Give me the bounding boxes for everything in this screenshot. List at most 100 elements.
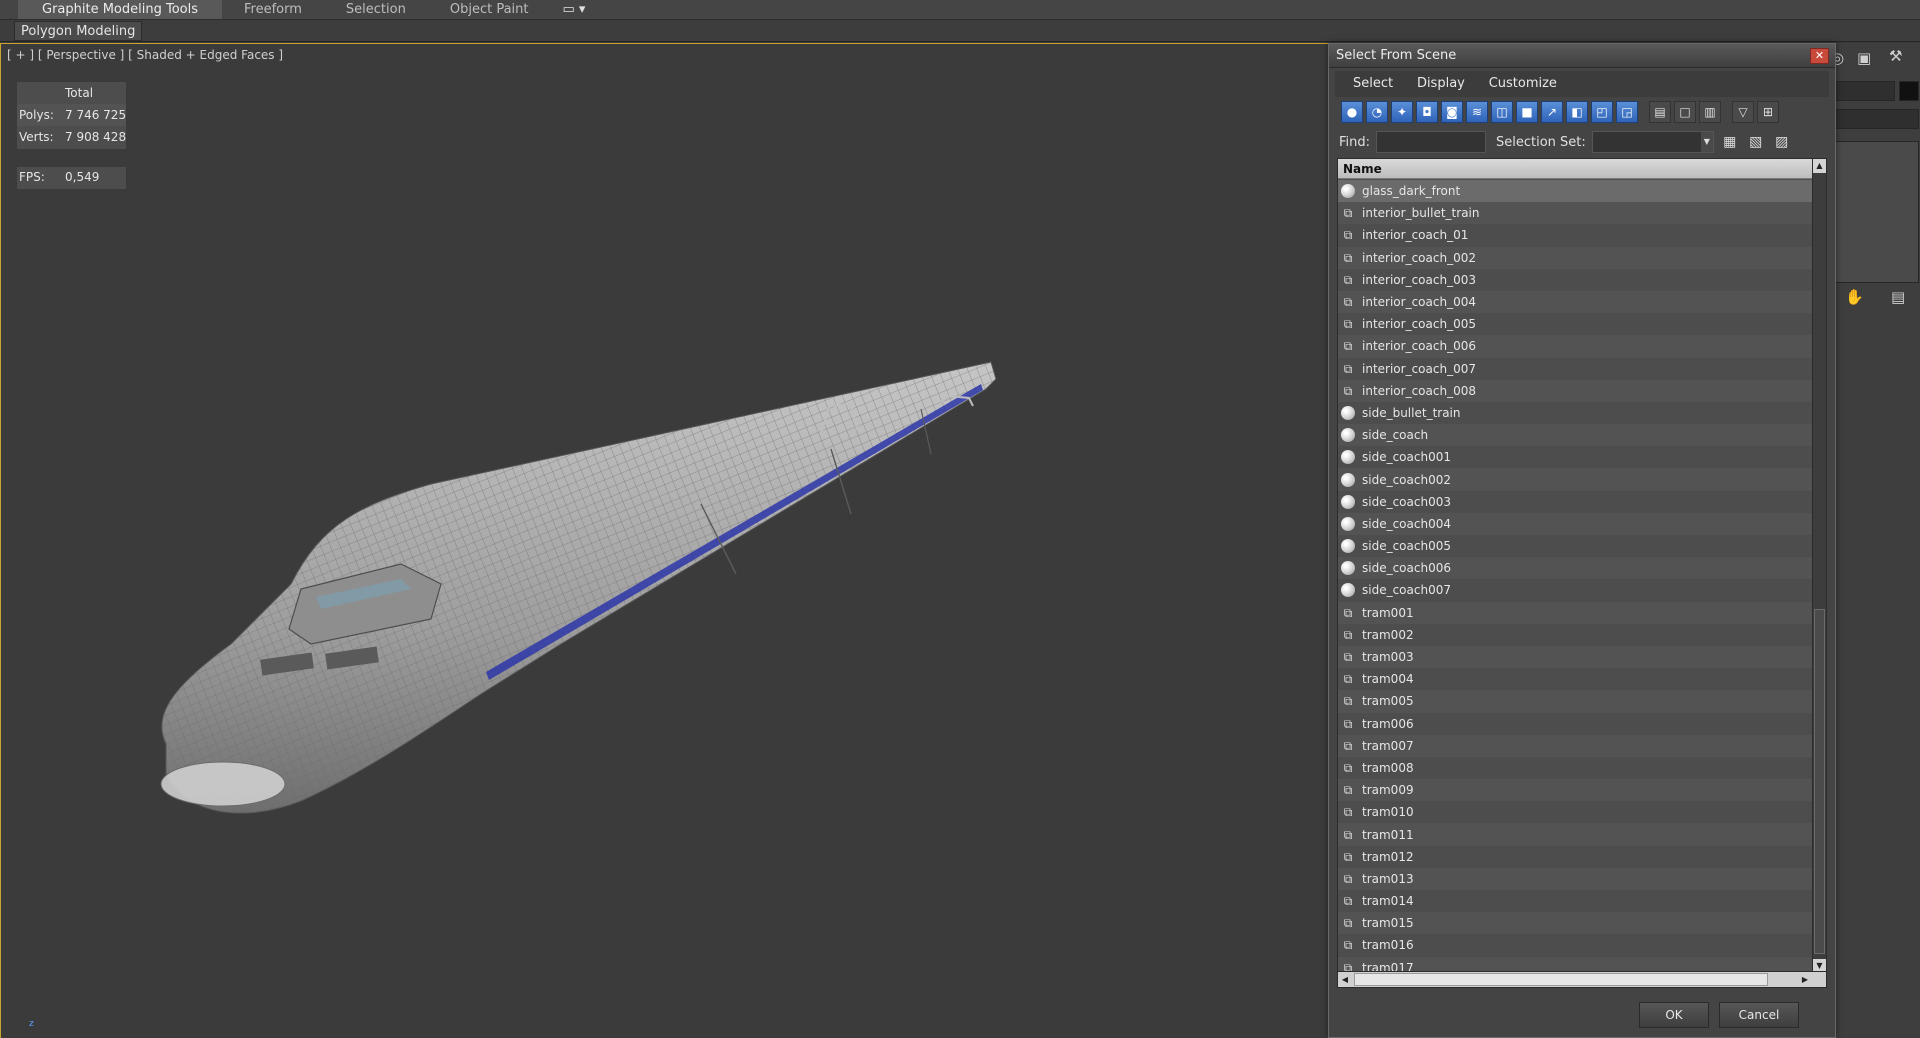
list-item[interactable]: ⧉ tram003 <box>1338 645 1814 669</box>
list-item[interactable]: ⧉ interior_coach_007 <box>1338 357 1814 380</box>
modifier-stack[interactable] <box>1835 141 1919 283</box>
filter-icon[interactable]: ▽ <box>1732 101 1754 123</box>
camera-dropdown-icon[interactable]: ▭ ▾ <box>551 0 598 19</box>
menu-customize[interactable]: Customize <box>1479 71 1567 97</box>
axis-gizmo: z <box>29 1019 34 1029</box>
object-name-field[interactable] <box>1835 81 1895 101</box>
list-item[interactable]: glass_dark_front <box>1338 180 1814 203</box>
list-item[interactable]: ⧉ interior_coach_005 <box>1338 313 1814 336</box>
display-helpers-icon[interactable]: ◙ <box>1441 101 1463 123</box>
list-item[interactable]: ⧉ interior_coach_01 <box>1338 224 1814 247</box>
list-item[interactable]: ⧉ tram016 <box>1338 934 1814 957</box>
list-item[interactable]: ⧉ interior_bullet_train <box>1338 202 1814 225</box>
display-lights-icon[interactable]: ✦ <box>1391 101 1413 123</box>
list-item[interactable]: ⧉ interior_coach_006 <box>1338 335 1814 358</box>
list-item[interactable]: ⧉ tram001 <box>1338 601 1814 624</box>
perspective-viewport[interactable]: [ + ] [ Perspective ] [ Shaded + Edged F… <box>0 43 1328 1038</box>
list-item[interactable]: ⧉ tram007 <box>1338 734 1814 757</box>
list-item-label: tram009 <box>1362 783 1414 798</box>
display-spacewarps-icon[interactable]: ≋ <box>1466 101 1488 123</box>
scene-object-list[interactable]: Name glass_dark_front ⧉ interior_bullet_tr… <box>1337 158 1827 988</box>
display-cameras-icon[interactable]: ◘ <box>1416 101 1438 123</box>
cancel-button[interactable]: Cancel <box>1719 1002 1799 1028</box>
display-xrefs-icon[interactable]: ■ <box>1516 101 1538 123</box>
vertical-scroll-thumb[interactable] <box>1814 609 1825 954</box>
object-color-swatch[interactable] <box>1899 81 1919 101</box>
list-item[interactable]: side_coach005 <box>1338 535 1814 558</box>
scroll-right-icon[interactable]: ▶ <box>1798 972 1812 987</box>
scroll-left-icon[interactable]: ◀ <box>1338 972 1352 987</box>
list-item[interactable]: ⧉ tram004 <box>1338 668 1814 691</box>
display-shapes-icon[interactable]: ◔ <box>1366 101 1388 123</box>
list-item[interactable]: ⧉ interior_coach_002 <box>1338 246 1814 269</box>
hierarchy-icon[interactable]: ⊞ <box>1757 101 1779 123</box>
group-icon: ⧉ <box>1343 805 1353 820</box>
dialog-titlebar[interactable]: Select From Scene ✕ <box>1329 44 1835 68</box>
scroll-up-icon[interactable]: ▲ <box>1813 159 1826 173</box>
ribbon-tab-freeform[interactable]: Freeform <box>222 0 324 19</box>
list-item[interactable]: side_coach003 <box>1338 490 1814 513</box>
group-icon: ⧉ <box>1343 760 1353 775</box>
list-item[interactable]: side_coach <box>1338 424 1814 447</box>
menu-select[interactable]: Select <box>1343 71 1403 97</box>
modifier-list-dropdown[interactable] <box>1835 109 1919 129</box>
list-item[interactable]: ⧉ tram010 <box>1338 801 1814 824</box>
list-item-label: side_bullet_train <box>1362 405 1461 420</box>
list-item[interactable]: ⧉ tram005 <box>1338 690 1814 713</box>
display-geometry-icon[interactable]: ● <box>1341 101 1363 123</box>
list-item[interactable]: ⧉ tram014 <box>1338 890 1814 913</box>
list-item-label: tram010 <box>1362 805 1414 820</box>
list-item[interactable]: side_coach001 <box>1338 446 1814 469</box>
vertical-scrollbar[interactable]: ▲ ▼ <box>1812 159 1826 973</box>
list-item[interactable]: side_bullet_train <box>1338 401 1814 425</box>
menu-display[interactable]: Display <box>1407 71 1475 97</box>
display-groups-icon[interactable]: ◫ <box>1491 101 1513 123</box>
ok-button[interactable]: OK <box>1639 1002 1709 1028</box>
list-item[interactable]: ⧉ tram011 <box>1338 823 1814 846</box>
list-item[interactable]: ⧉ tram015 <box>1338 912 1814 935</box>
list-item[interactable]: ⧉ tram008 <box>1338 756 1814 780</box>
configure-sets-icon[interactable]: ▤ <box>1891 288 1905 306</box>
create-selection-set-icon[interactable]: ▦ <box>1720 132 1740 152</box>
ribbon-tab-graphite-modeling-tools[interactable]: Graphite Modeling Tools <box>18 0 223 19</box>
remove-selection-set-icon[interactable]: ▧ <box>1746 132 1766 152</box>
list-item[interactable]: ⧉ tram002 <box>1338 623 1814 646</box>
display-containers-icon[interactable]: ◧ <box>1566 101 1588 123</box>
list-item[interactable]: side_coach007 <box>1338 579 1814 602</box>
render-frame-icon[interactable]: ▣ <box>1857 49 1871 67</box>
list-item[interactable]: ⧉ tram013 <box>1338 867 1814 890</box>
hand-icon[interactable]: ✋ <box>1845 288 1864 306</box>
close-icon[interactable]: ✕ <box>1810 48 1829 64</box>
group-icon: ⧉ <box>1343 783 1353 798</box>
list-item[interactable]: ⧉ tram006 <box>1338 712 1814 735</box>
horizontal-scroll-thumb[interactable] <box>1354 973 1768 986</box>
group-icon: ⧉ <box>1343 627 1353 642</box>
horizontal-scrollbar[interactable]: ◀ ▶ <box>1338 971 1826 987</box>
hammer-icon[interactable]: ⚒ <box>1889 47 1902 65</box>
list-item[interactable]: ⧉ tram012 <box>1338 845 1814 868</box>
selection-set-dropdown[interactable]: ▼ <box>1591 131 1714 153</box>
select-invert-icon[interactable]: ▥ <box>1699 101 1721 123</box>
display-frozen-icon[interactable]: ◰ <box>1591 101 1613 123</box>
display-hidden-icon[interactable]: ◲ <box>1616 101 1638 123</box>
ribbon-tab-object-paint[interactable]: Object Paint <box>428 0 551 19</box>
select-all-icon[interactable]: ▤ <box>1649 101 1671 123</box>
geometry-sphere-icon <box>1340 494 1356 510</box>
chevron-down-icon[interactable]: ▼ <box>1700 132 1713 152</box>
list-item[interactable]: ⧉ tram009 <box>1338 779 1814 802</box>
list-item[interactable]: ⧉ interior_coach_004 <box>1338 290 1814 314</box>
list-item[interactable]: ⧉ interior_coach_008 <box>1338 379 1814 402</box>
list-item[interactable]: ⧉ interior_coach_003 <box>1338 268 1814 291</box>
select-none-icon[interactable]: □ <box>1674 101 1696 123</box>
geometry-sphere-icon <box>1340 427 1356 443</box>
find-input[interactable] <box>1376 131 1487 153</box>
edit-selection-set-icon[interactable]: ▨ <box>1772 132 1792 152</box>
list-item[interactable]: side_coach004 <box>1338 512 1814 535</box>
ribbon-tab-selection[interactable]: Selection <box>324 0 428 19</box>
polygon-modeling-button[interactable]: Polygon Modeling <box>14 21 143 41</box>
column-header-name[interactable]: Name <box>1338 159 1814 179</box>
display-bones-icon[interactable]: ↗ <box>1541 101 1563 123</box>
list-item[interactable]: side_coach006 <box>1338 557 1814 580</box>
group-icon: ⧉ <box>1343 361 1353 376</box>
list-item[interactable]: side_coach002 <box>1338 468 1814 491</box>
